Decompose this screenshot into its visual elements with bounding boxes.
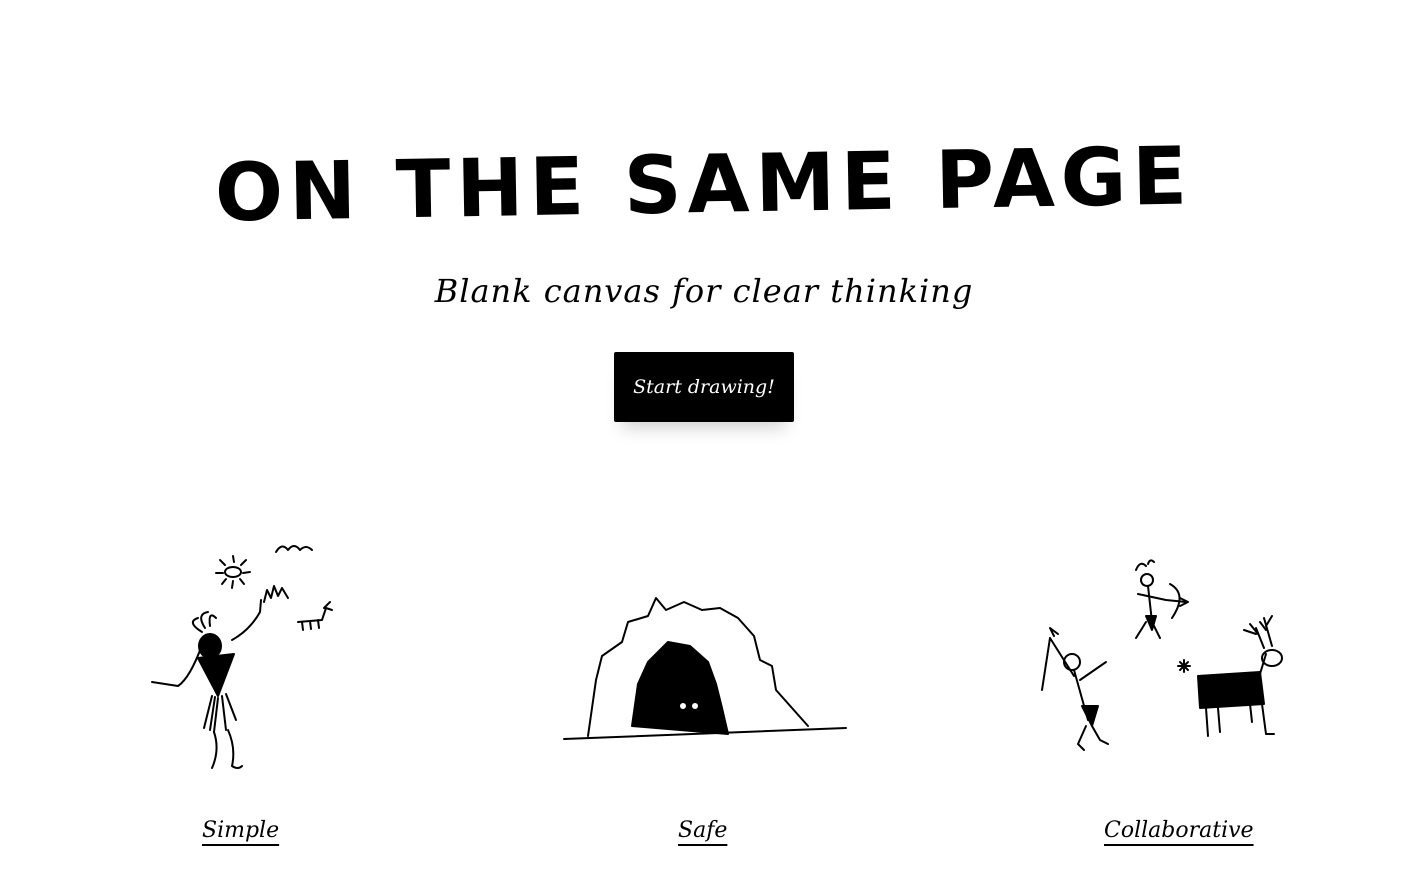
feature-collaborative <box>1020 530 1340 780</box>
hero-subtitle: Blank canvas for clear thinking <box>434 272 974 310</box>
feature-label-simple[interactable]: Simple <box>202 818 279 843</box>
cave-icon <box>563 597 847 740</box>
hero-title: ON THE SAME PAGE <box>214 129 1194 240</box>
cta-container: Start drawing! <box>614 352 794 422</box>
hunters-with-deer-icon <box>1041 559 1283 751</box>
start-drawing-button[interactable]: Start drawing! <box>614 352 794 422</box>
feature-safe <box>550 530 870 780</box>
caveman-with-sun-icon <box>151 545 333 769</box>
feature-simple <box>140 530 460 780</box>
feature-label-safe[interactable]: Safe <box>678 818 727 843</box>
feature-label-collaborative[interactable]: Collaborative <box>1104 818 1254 843</box>
